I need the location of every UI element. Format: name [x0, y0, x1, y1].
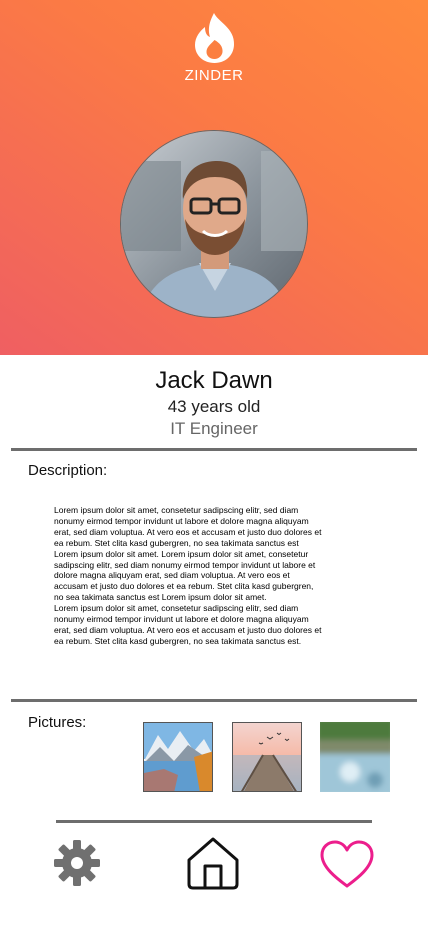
profile-photo [121, 131, 307, 317]
profile-name: Jack Dawn [155, 367, 273, 394]
blurred-thumbnail[interactable] [320, 722, 390, 792]
settings-gear-icon[interactable] [53, 839, 101, 887]
boardwalk-sunset-thumbnail[interactable] [232, 722, 302, 792]
divider [56, 820, 372, 823]
description-label: Description: [28, 462, 108, 479]
heart-icon[interactable] [319, 840, 375, 890]
home-icon[interactable] [185, 836, 241, 890]
flame-icon [195, 13, 235, 63]
divider [11, 699, 417, 702]
pictures-label: Pictures: [28, 714, 87, 731]
profile-age: 43 years old [167, 397, 261, 416]
brand-name: ZINDER [184, 67, 244, 84]
profile-header: ZINDER [0, 0, 428, 355]
divider [11, 448, 417, 451]
avatar [120, 130, 308, 318]
mountain-lake-thumbnail[interactable] [143, 722, 213, 792]
description-text: Lorem ipsum dolor sit amet, consetetur s… [54, 505, 322, 646]
profile-occupation: IT Engineer [170, 419, 258, 438]
